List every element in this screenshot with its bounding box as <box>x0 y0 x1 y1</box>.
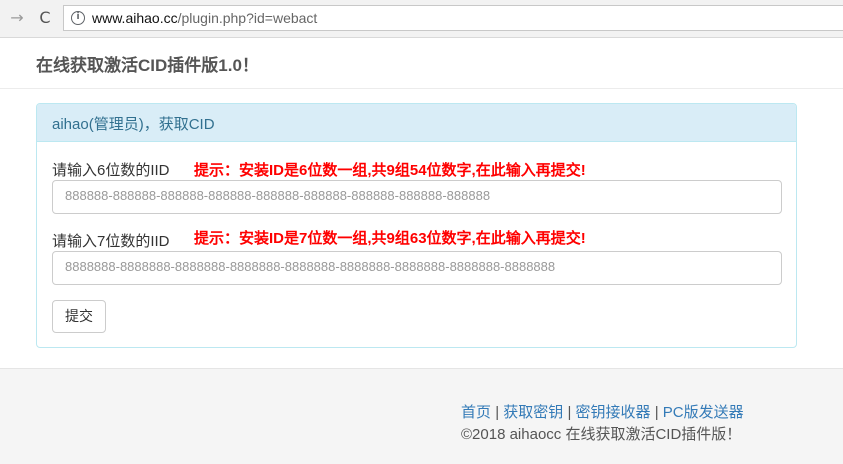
footer: 首页 | 获取密钥 | 密钥接收器 | PC版发送器 ©2018 aihaocc… <box>0 368 843 464</box>
iid7-hint: 提示：安装ID是7位数一组,共9组63位数字,在此输入再提交! <box>194 230 586 247</box>
reload-icon[interactable]: C <box>35 8 55 28</box>
iid6-hint: 提示：安装ID是6位数一组,共9组54位数字,在此输入再提交! <box>194 162 586 179</box>
site-info-icon[interactable]: i <box>71 11 85 25</box>
footer-link-get-key[interactable]: 获取密钥 <box>503 404 563 421</box>
footer-links: 首页 | 获取密钥 | 密钥接收器 | PC版发送器 <box>461 401 744 422</box>
page: 在线获取激活CID插件版1.0！ aihao(管理员)，获取CID 请输入6位数… <box>0 38 843 464</box>
footer-separator: | <box>654 404 659 421</box>
panel-heading: aihao(管理员)，获取CID <box>37 104 796 142</box>
browser-toolbar: → C i www.aihao.cc/plugin.php?id=webact <box>0 0 843 38</box>
iid7-input[interactable]: 8888888-8888888-8888888-8888888-8888888-… <box>52 251 782 285</box>
back-arrow-icon[interactable]: → <box>7 8 27 28</box>
footer-link-home[interactable]: 首页 <box>461 404 491 421</box>
footer-link-pc-sender[interactable]: PC版发送器 <box>663 404 744 421</box>
url-host: www.aihao.cc <box>92 10 178 26</box>
iid7-label: 请输入7位数的IID <box>52 233 170 250</box>
iid6-input[interactable]: 888888-888888-888888-888888-888888-88888… <box>52 180 782 214</box>
address-bar[interactable]: i www.aihao.cc/plugin.php?id=webact <box>63 5 843 31</box>
url-path: /plugin.php?id=webact <box>177 10 318 26</box>
divider <box>0 88 843 89</box>
iid6-label: 请输入6位数的IID <box>52 162 170 179</box>
cid-panel: aihao(管理员)，获取CID 请输入6位数的IID 提示：安装ID是6位数一… <box>36 103 797 348</box>
submit-button[interactable]: 提交 <box>52 300 106 333</box>
page-title: 在线获取激活CID插件版1.0！ <box>36 56 259 75</box>
footer-separator: | <box>567 404 572 421</box>
copyright-text: ©2018 aihaocc 在线获取激活CID插件版！ <box>461 426 742 443</box>
main-section: 在线获取激活CID插件版1.0！ aihao(管理员)，获取CID 请输入6位数… <box>0 38 843 368</box>
footer-link-key-receiver[interactable]: 密钥接收器 <box>576 404 651 421</box>
footer-separator: | <box>495 404 500 421</box>
url-text[interactable]: www.aihao.cc/plugin.php?id=webact <box>92 10 317 26</box>
